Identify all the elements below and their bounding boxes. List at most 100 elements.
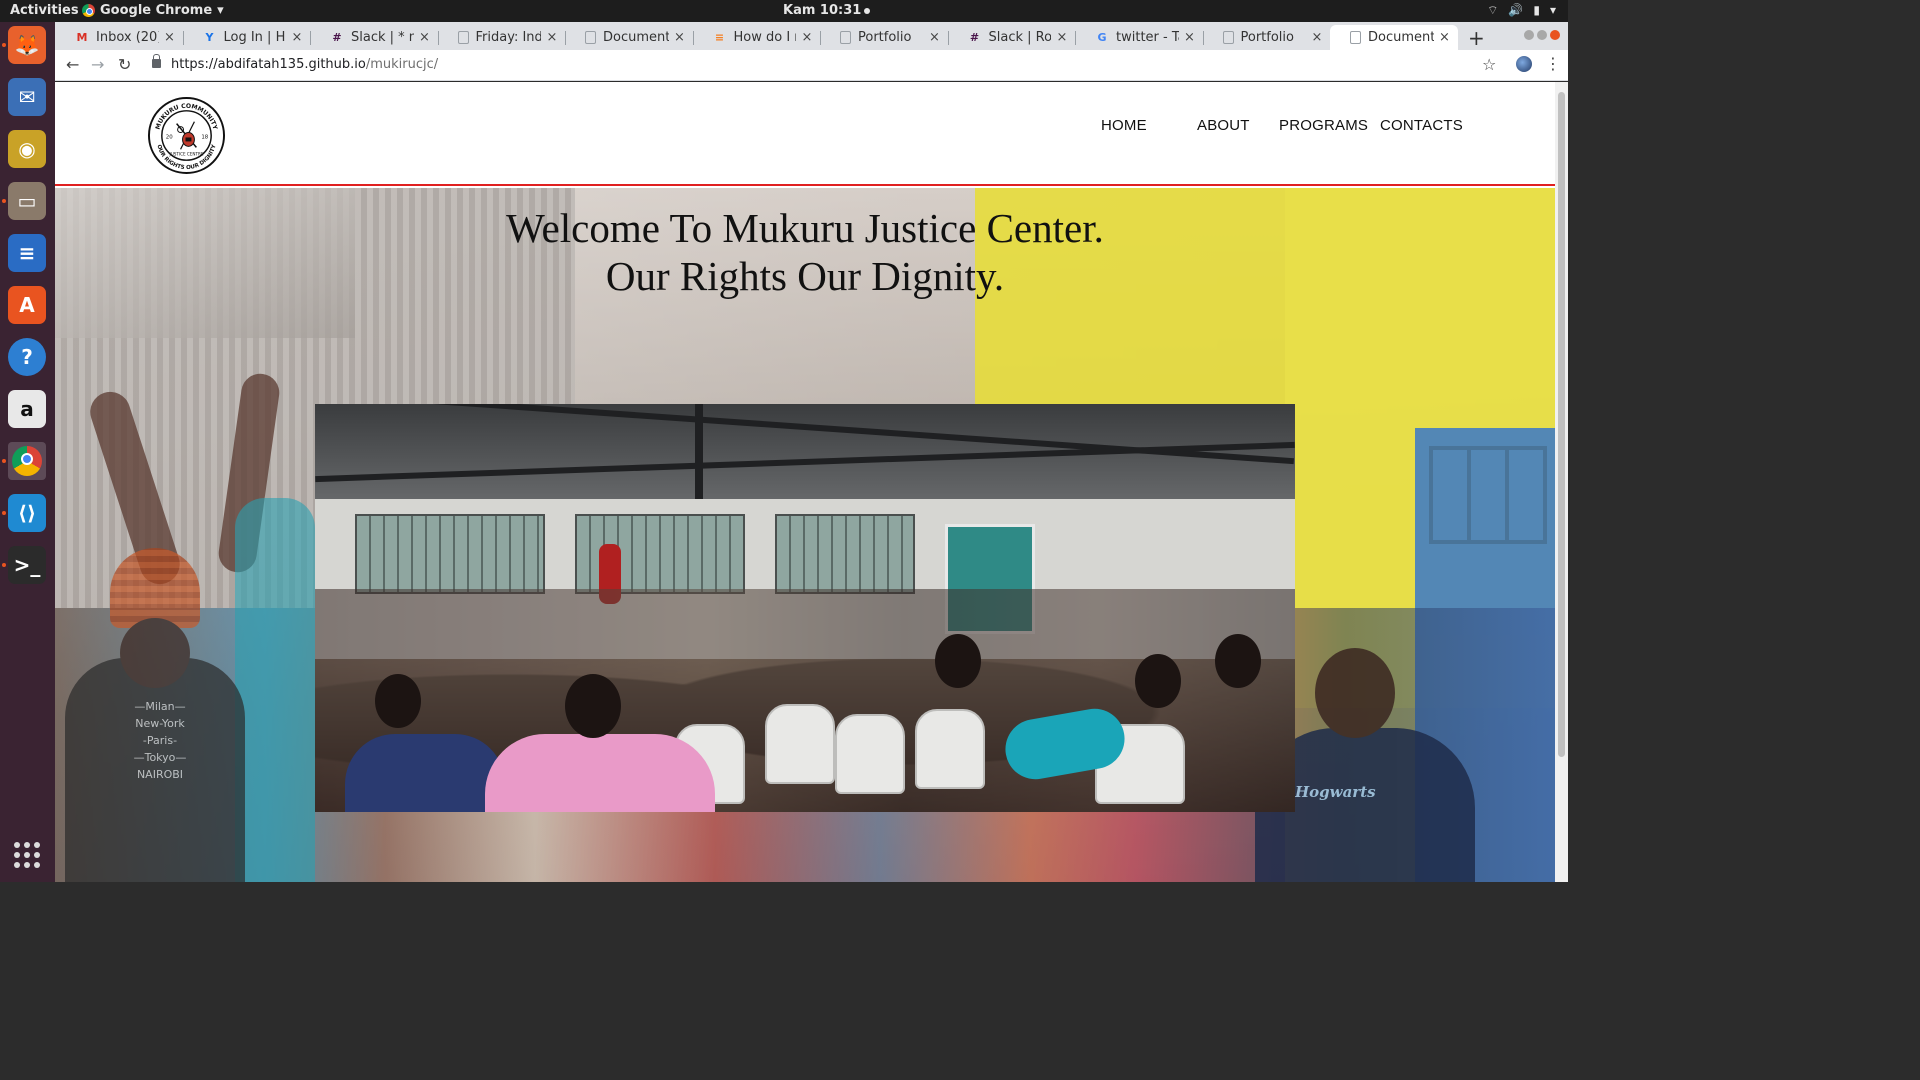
chevron-down-icon: ▾ [217, 3, 224, 18]
gmail-icon: M [76, 31, 88, 44]
site-header: MUKURU COMMUNITY OUR RIGHTS OUR DIGNITY … [55, 82, 1555, 186]
tab-title: Portfolio [858, 30, 912, 45]
close-tab-icon[interactable]: × [545, 30, 559, 45]
app-menu[interactable]: Google Chrome ▾ [82, 3, 224, 18]
dock-chrome-icon[interactable] [8, 442, 46, 480]
tab-title: Document [1368, 30, 1434, 45]
profile-avatar[interactable] [1516, 56, 1532, 72]
logo-year-right: 18 [201, 134, 208, 140]
app-menu-label: Google Chrome [100, 3, 213, 18]
tab-title: Portfolio [1240, 30, 1294, 45]
running-indicator [2, 459, 6, 463]
running-indicator [2, 43, 6, 47]
browser-toolbar: ← → ↻ https://abdifatah135.github.io/muk… [55, 50, 1568, 81]
page-icon [457, 31, 469, 44]
tab-title: Log In | Hello [223, 30, 287, 45]
chevron-down-icon: ▾ [1549, 3, 1556, 17]
hall-meeting-photo [315, 404, 1295, 812]
running-indicator [2, 563, 6, 567]
document-icon [585, 31, 596, 44]
browser-tab[interactable]: Portfolio × [1203, 25, 1331, 50]
lock-icon[interactable] [152, 54, 161, 68]
dock: 🦊 ✉ ◉ ▭ ≡ A? a ⟨⟩ >_ [0, 22, 55, 882]
browser-menu-button[interactable]: ⋮ [1545, 54, 1561, 73]
browser-tab[interactable]: Y Log In | Hello× [183, 25, 311, 50]
close-tab-icon[interactable]: × [800, 30, 814, 45]
nav-about[interactable]: ABOUT [1197, 117, 1250, 134]
dock-help-icon[interactable]: ? [8, 338, 46, 376]
browser-tab[interactable]: ≡ How do I rem× [693, 25, 821, 50]
battery-icon: ▮ [1533, 3, 1540, 17]
close-tab-icon[interactable]: × [418, 30, 432, 45]
firefox-icon: 🦊 [14, 33, 40, 57]
nav-home[interactable]: HOME [1101, 117, 1147, 134]
browser-tab[interactable]: # Slack | * mpft × [310, 25, 438, 50]
dock-thunderbird-icon[interactable]: ✉ [8, 78, 46, 116]
volume-icon: 🔊 [1508, 3, 1524, 17]
close-tab-icon[interactable]: × [290, 30, 304, 45]
system-tray[interactable]: ⌔ 🔊 ▮ ▾ [1487, 3, 1556, 18]
browser-tab[interactable]: M Inbox (20) - o × [55, 25, 183, 50]
browser-tab[interactable]: Document × [565, 25, 693, 50]
dock-rhythmbox-icon[interactable]: ◉ [8, 130, 46, 168]
bookmark-star-icon[interactable]: ☆ [1482, 55, 1496, 74]
dock-libreoffice-writer-icon[interactable]: ≡ [8, 234, 46, 272]
nav-programs[interactable]: PROGRAMS [1279, 117, 1368, 134]
forward-button[interactable]: → [91, 55, 104, 74]
tab-title: Inbox (20) - o [96, 30, 159, 45]
close-tab-icon[interactable]: × [928, 30, 942, 45]
google-icon: G [1097, 31, 1107, 44]
dock-amazon-icon[interactable]: a [8, 390, 46, 428]
dock-files-icon[interactable]: ▭ [8, 182, 46, 220]
nav-contacts[interactable]: CONTACTS [1380, 117, 1463, 134]
shirt-print-left: —Milan— New-York -Paris- —Tokyo— NAIROBI [133, 700, 187, 781]
browser-tab[interactable]: Gtwitter - Tafu × [1075, 25, 1203, 50]
notification-dot [864, 7, 871, 14]
terminal-icon: >_ [13, 553, 41, 577]
scrollbar-thumb[interactable] [1558, 92, 1565, 757]
amazon-icon: a [20, 397, 34, 421]
clock[interactable]: Kam 10:31 [783, 3, 871, 18]
show-applications-icon[interactable] [14, 842, 40, 868]
close-window-button[interactable] [1550, 30, 1560, 40]
system-top-bar: Activities Google Chrome ▾ Kam 10:31 ⌔ 🔊… [0, 0, 1568, 22]
dock-firefox-icon[interactable]: 🦊 [8, 26, 46, 64]
rhythmbox-icon: ◉ [18, 137, 36, 161]
close-tab-icon[interactable]: × [163, 30, 177, 45]
close-tab-icon[interactable]: × [1055, 30, 1069, 45]
browser-tab[interactable]: Portfolio × [820, 25, 948, 50]
logo-year-left: 20 [166, 134, 173, 140]
mukuru-justice-centre-logo[interactable]: MUKURU COMMUNITY OUR RIGHTS OUR DIGNITY … [147, 96, 226, 175]
thunderbird-icon: ✉ [18, 85, 36, 109]
close-tab-icon[interactable]: × [1438, 30, 1452, 45]
dock-terminal-icon[interactable]: >_ [8, 546, 46, 584]
close-tab-icon[interactable]: × [673, 30, 687, 45]
stackoverflow-icon: ≡ [714, 31, 725, 44]
slack-icon: # [332, 31, 342, 44]
browser-tab[interactable]: Document × [1330, 25, 1458, 50]
tab-title: Slack | * mpft [351, 30, 414, 45]
page-scrollbar[interactable] [1555, 82, 1568, 882]
new-tab-button[interactable]: + [1468, 26, 1485, 50]
reload-button[interactable]: ↻ [118, 55, 131, 74]
close-tab-icon[interactable]: × [1310, 30, 1324, 45]
hero-section: —Milan— New-York -Paris- —Tokyo— NAIROBI… [55, 188, 1555, 882]
document-icon [1222, 31, 1234, 44]
page-viewport: —Milan— New-York -Paris- —Tokyo— NAIROBI… [55, 82, 1555, 882]
document-icon [1350, 31, 1361, 44]
browser-tab[interactable]: Friday: Indep× [438, 25, 566, 50]
tab-strip: MInbox (20) - o×YLog In | Hello×#Slack |… [55, 22, 1568, 50]
activities-button[interactable]: Activities [10, 3, 79, 18]
address-bar[interactable]: https://abdifatah135.github.io/mukirucjc… [171, 57, 438, 72]
minimize-button[interactable] [1524, 30, 1534, 40]
url-path: /mukirucjc/ [365, 57, 439, 72]
dock-software-icon[interactable]: A [8, 286, 46, 324]
background-person-left: —Milan— New-York -Paris- —Tokyo— NAIROBI [65, 548, 245, 882]
close-tab-icon[interactable]: × [1183, 30, 1197, 45]
browser-tab[interactable]: # Slack | Rose C× [948, 25, 1076, 50]
dock-vscode-icon[interactable]: ⟨⟩ [8, 494, 46, 532]
back-button[interactable]: ← [66, 55, 79, 74]
maximize-button[interactable] [1537, 30, 1547, 40]
chrome-icon [12, 446, 42, 476]
window-controls [1524, 30, 1560, 40]
